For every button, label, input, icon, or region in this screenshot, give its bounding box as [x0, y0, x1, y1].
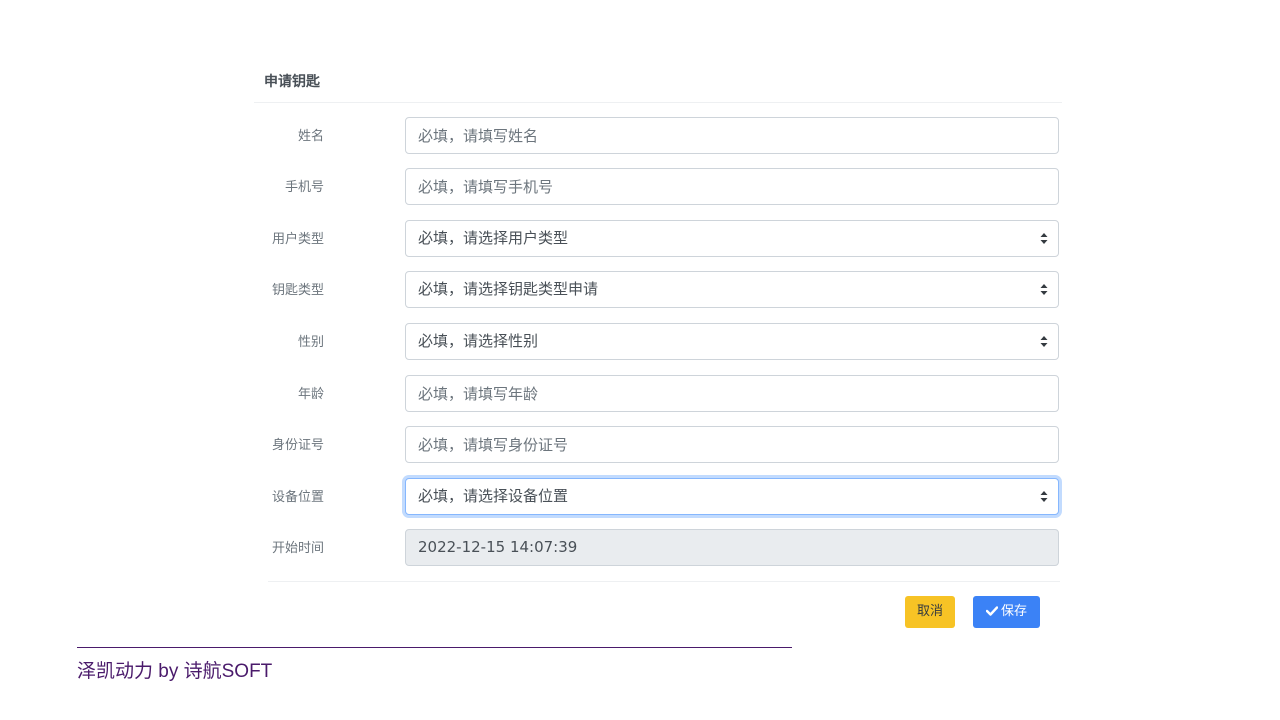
title-divider [254, 102, 1062, 103]
age-input[interactable] [405, 375, 1059, 412]
caret-up-down-icon [1040, 336, 1048, 347]
form-row-id-number: 身份证号 [254, 426, 1060, 464]
caret-up-down-icon [1040, 233, 1048, 244]
user-type-select[interactable]: 必填，请选择用户类型 [405, 220, 1059, 257]
form-row-start-time: 开始时间 2022-12-15 14:07:39 [254, 529, 1060, 567]
phone-input[interactable] [405, 168, 1059, 205]
gender-select[interactable]: 必填，请选择性别 [405, 323, 1059, 360]
footer-divider [77, 647, 792, 648]
name-input[interactable] [405, 117, 1059, 154]
gender-label: 性别 [297, 335, 324, 350]
name-label: 姓名 [297, 129, 324, 144]
user-type-label: 用户类型 [271, 232, 324, 247]
form-row-name: 姓名 [254, 117, 1060, 155]
form-row-key-type: 钥匙类型 必填，请选择钥匙类型申请 [254, 271, 1060, 309]
save-button-label: 保存 [1000, 604, 1027, 619]
form-row-user-type: 用户类型 必填，请选择用户类型 [254, 220, 1060, 258]
start-time-label: 开始时间 [271, 541, 324, 556]
form-row-device-location: 设备位置 必填，请选择设备位置 [254, 478, 1060, 516]
key-type-label: 钥匙类型 [271, 283, 324, 298]
device-location-selected: 必填，请选择设备位置 [418, 487, 569, 505]
form-row-gender: 性别 必填，请选择性别 [254, 323, 1060, 361]
save-button[interactable]: 保存 [973, 596, 1040, 628]
key-type-selected: 必填，请选择钥匙类型申请 [418, 280, 599, 298]
age-label: 年龄 [297, 387, 324, 402]
phone-label: 手机号 [284, 180, 324, 195]
cancel-button[interactable]: 取消 [905, 596, 955, 628]
key-type-select[interactable]: 必填，请选择钥匙类型申请 [405, 271, 1059, 308]
device-location-select[interactable]: 必填，请选择设备位置 [405, 478, 1059, 515]
form-row-phone: 手机号 [254, 168, 1060, 206]
check-icon [985, 605, 998, 616]
caret-up-down-icon [1040, 284, 1048, 295]
gender-selected: 必填，请选择性别 [418, 332, 539, 350]
footer-credit: 泽凯动力 by 诗航SOFT [77, 661, 273, 682]
caret-up-down-icon [1040, 491, 1048, 502]
device-location-label: 设备位置 [271, 490, 324, 505]
card-title: 申请钥匙 [264, 74, 320, 90]
form-row-age: 年龄 [254, 375, 1060, 413]
start-time-field: 2022-12-15 14:07:39 [405, 529, 1059, 566]
id-number-input[interactable] [405, 426, 1059, 463]
user-type-selected: 必填，请选择用户类型 [418, 229, 569, 247]
id-number-label: 身份证号 [271, 438, 324, 453]
form-bottom-divider [268, 581, 1060, 582]
